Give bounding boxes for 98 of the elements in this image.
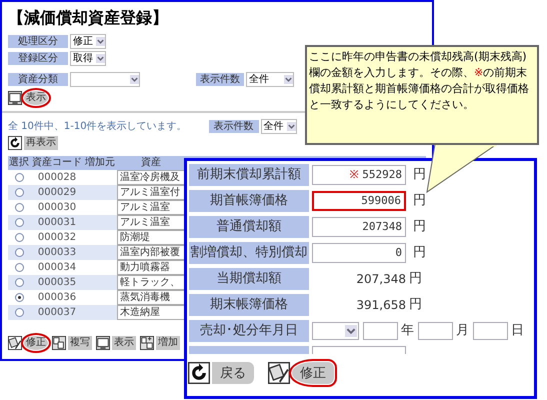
unit-label: 円 bbox=[413, 166, 426, 184]
input-field[interactable]: ※ 552928 bbox=[312, 165, 406, 185]
chevron-icon[interactable] bbox=[286, 122, 296, 131]
chevron-icon[interactable] bbox=[96, 54, 105, 63]
radio-button[interactable] bbox=[14, 263, 24, 272]
radio-button[interactable] bbox=[14, 203, 24, 212]
radio-button[interactable] bbox=[14, 278, 24, 287]
value-text: 207,348 bbox=[355, 271, 406, 288]
dropdown-value: 全件 bbox=[264, 122, 284, 132]
unit-label: 年 bbox=[401, 322, 414, 340]
table-cell: 温室冷房機及 bbox=[117, 170, 185, 185]
chevron-icon[interactable] bbox=[96, 37, 105, 46]
column-header: 増加元 bbox=[84, 156, 116, 170]
add-icon[interactable] bbox=[140, 336, 154, 350]
dropdown[interactable]: 全件 bbox=[246, 72, 294, 87]
table-cell-text: 000030 bbox=[36, 200, 78, 214]
show-button[interactable]: 表示 bbox=[112, 336, 136, 350]
result-message: 全 10件中、1-10件を表示しています。 bbox=[8, 120, 187, 134]
edit-button[interactable]: 修正 bbox=[292, 362, 334, 384]
show-button[interactable]: 表示 bbox=[24, 91, 48, 105]
input-field[interactable] bbox=[363, 322, 398, 340]
refresh-button[interactable]: 再表示 bbox=[24, 136, 58, 150]
unit-label: 円 bbox=[413, 192, 426, 210]
radio-button[interactable] bbox=[14, 173, 24, 182]
radio-button[interactable] bbox=[14, 218, 24, 227]
unit-label: 円 bbox=[413, 244, 426, 262]
table-cell-text: 000036 bbox=[36, 290, 78, 304]
field-label: 表示件数 bbox=[208, 120, 259, 133]
radio-button[interactable] bbox=[14, 188, 24, 197]
field-label: 表示件数 bbox=[196, 73, 244, 86]
field-label: 期末帳簿価格 bbox=[189, 294, 309, 316]
table-cell: アルミ温室付 bbox=[117, 185, 185, 200]
radio-button[interactable] bbox=[14, 293, 24, 302]
unit-label: 円 bbox=[409, 296, 422, 314]
table-cell: 温室内部被覆 bbox=[117, 245, 185, 260]
back-button[interactable]: 戻る bbox=[212, 362, 254, 384]
unit-label: 月 bbox=[456, 322, 469, 340]
copy-icon[interactable] bbox=[52, 336, 66, 350]
table-cell: アルミ温室 bbox=[117, 200, 185, 215]
table-cell: 軽トラック、 bbox=[117, 275, 185, 290]
table-cell-text: 000032 bbox=[36, 230, 78, 244]
dropdown[interactable] bbox=[312, 322, 359, 340]
table-cell-text: 000029 bbox=[36, 186, 78, 200]
edit-button[interactable]: 修正 bbox=[24, 336, 48, 350]
dropdown-value: 取得 bbox=[73, 54, 93, 64]
monitor-icon[interactable] bbox=[96, 336, 110, 350]
pencil-note-icon[interactable] bbox=[268, 362, 290, 384]
unit-label: 円 bbox=[413, 218, 426, 236]
column-header: 選択 bbox=[8, 156, 30, 170]
field-label: 前期末償却累計額 bbox=[189, 164, 309, 186]
field-label: 処理区分 bbox=[8, 35, 68, 48]
table-cell: 防潮堤 bbox=[117, 230, 185, 245]
add-button[interactable]: 増加 bbox=[156, 336, 180, 350]
refresh-icon[interactable] bbox=[188, 362, 210, 384]
radio-button[interactable] bbox=[14, 248, 24, 257]
table-cell-text: 000031 bbox=[36, 216, 78, 230]
value-text: 391,658 bbox=[355, 297, 406, 314]
dropdown[interactable]: 修正 bbox=[70, 34, 106, 49]
field-label: 当期償却額 bbox=[189, 268, 309, 290]
dropdown[interactable]: 取得 bbox=[70, 51, 106, 66]
table-cell: 蒸気消毒機 bbox=[117, 290, 185, 305]
field-label: 登録区分 bbox=[8, 52, 68, 65]
table-cell-text: 000028 bbox=[36, 170, 78, 184]
field-label: 割増償却、特別償却 bbox=[189, 242, 309, 264]
callout-text: ここに昨年の申告書の未償却残高(期末残高)欄の金額を入力します。その際、※の前期末償却累計額と期首帳簿価格の合計が取得価格と一致するようにしてください。 bbox=[309, 49, 530, 113]
radio-button[interactable] bbox=[14, 233, 24, 242]
dropdown-value: 修正 bbox=[73, 36, 93, 46]
column-header: 資産コード bbox=[31, 156, 83, 170]
dropdown-value: 全件 bbox=[249, 74, 269, 84]
input-field[interactable]: 0 bbox=[312, 243, 406, 263]
radio-button[interactable] bbox=[14, 308, 24, 317]
unit-label: 円 bbox=[409, 270, 422, 288]
pencil-note-icon[interactable] bbox=[8, 336, 22, 350]
field-label: 普通償却額 bbox=[189, 216, 309, 238]
table-cell: アルミ温室 bbox=[117, 215, 185, 230]
refresh-icon[interactable] bbox=[8, 136, 22, 150]
table-cell: 動力噴霧器 bbox=[117, 260, 185, 275]
input-field[interactable]: 599006 bbox=[312, 191, 406, 211]
field-label: 期首帳簿価格 bbox=[189, 190, 309, 212]
monitor-icon[interactable] bbox=[8, 91, 22, 105]
table-cell-text: 000035 bbox=[36, 276, 78, 290]
field-label: 資産分類 bbox=[8, 73, 68, 86]
copy-button[interactable]: 複写 bbox=[68, 336, 92, 350]
column-header: 資産 bbox=[140, 156, 162, 170]
table-cell-text: 000033 bbox=[36, 246, 78, 260]
input-field[interactable] bbox=[418, 322, 453, 340]
chevron-icon[interactable] bbox=[130, 75, 139, 84]
chevron-icon[interactable] bbox=[345, 325, 357, 337]
dropdown[interactable]: 全件 bbox=[260, 119, 297, 134]
field-label: 売却･処分年月日 bbox=[189, 320, 309, 342]
table-cell: 木造納屋 bbox=[117, 305, 185, 320]
unit-label: 日 bbox=[511, 322, 524, 340]
chevron-icon[interactable] bbox=[284, 75, 293, 84]
input-field[interactable] bbox=[473, 322, 508, 340]
page-title: 【減価償却資産登録】 bbox=[8, 8, 169, 28]
input-field[interactable]: 207348 bbox=[312, 217, 406, 237]
table-cell-text: 000034 bbox=[36, 260, 78, 274]
table-cell-text: 000037 bbox=[36, 306, 78, 320]
